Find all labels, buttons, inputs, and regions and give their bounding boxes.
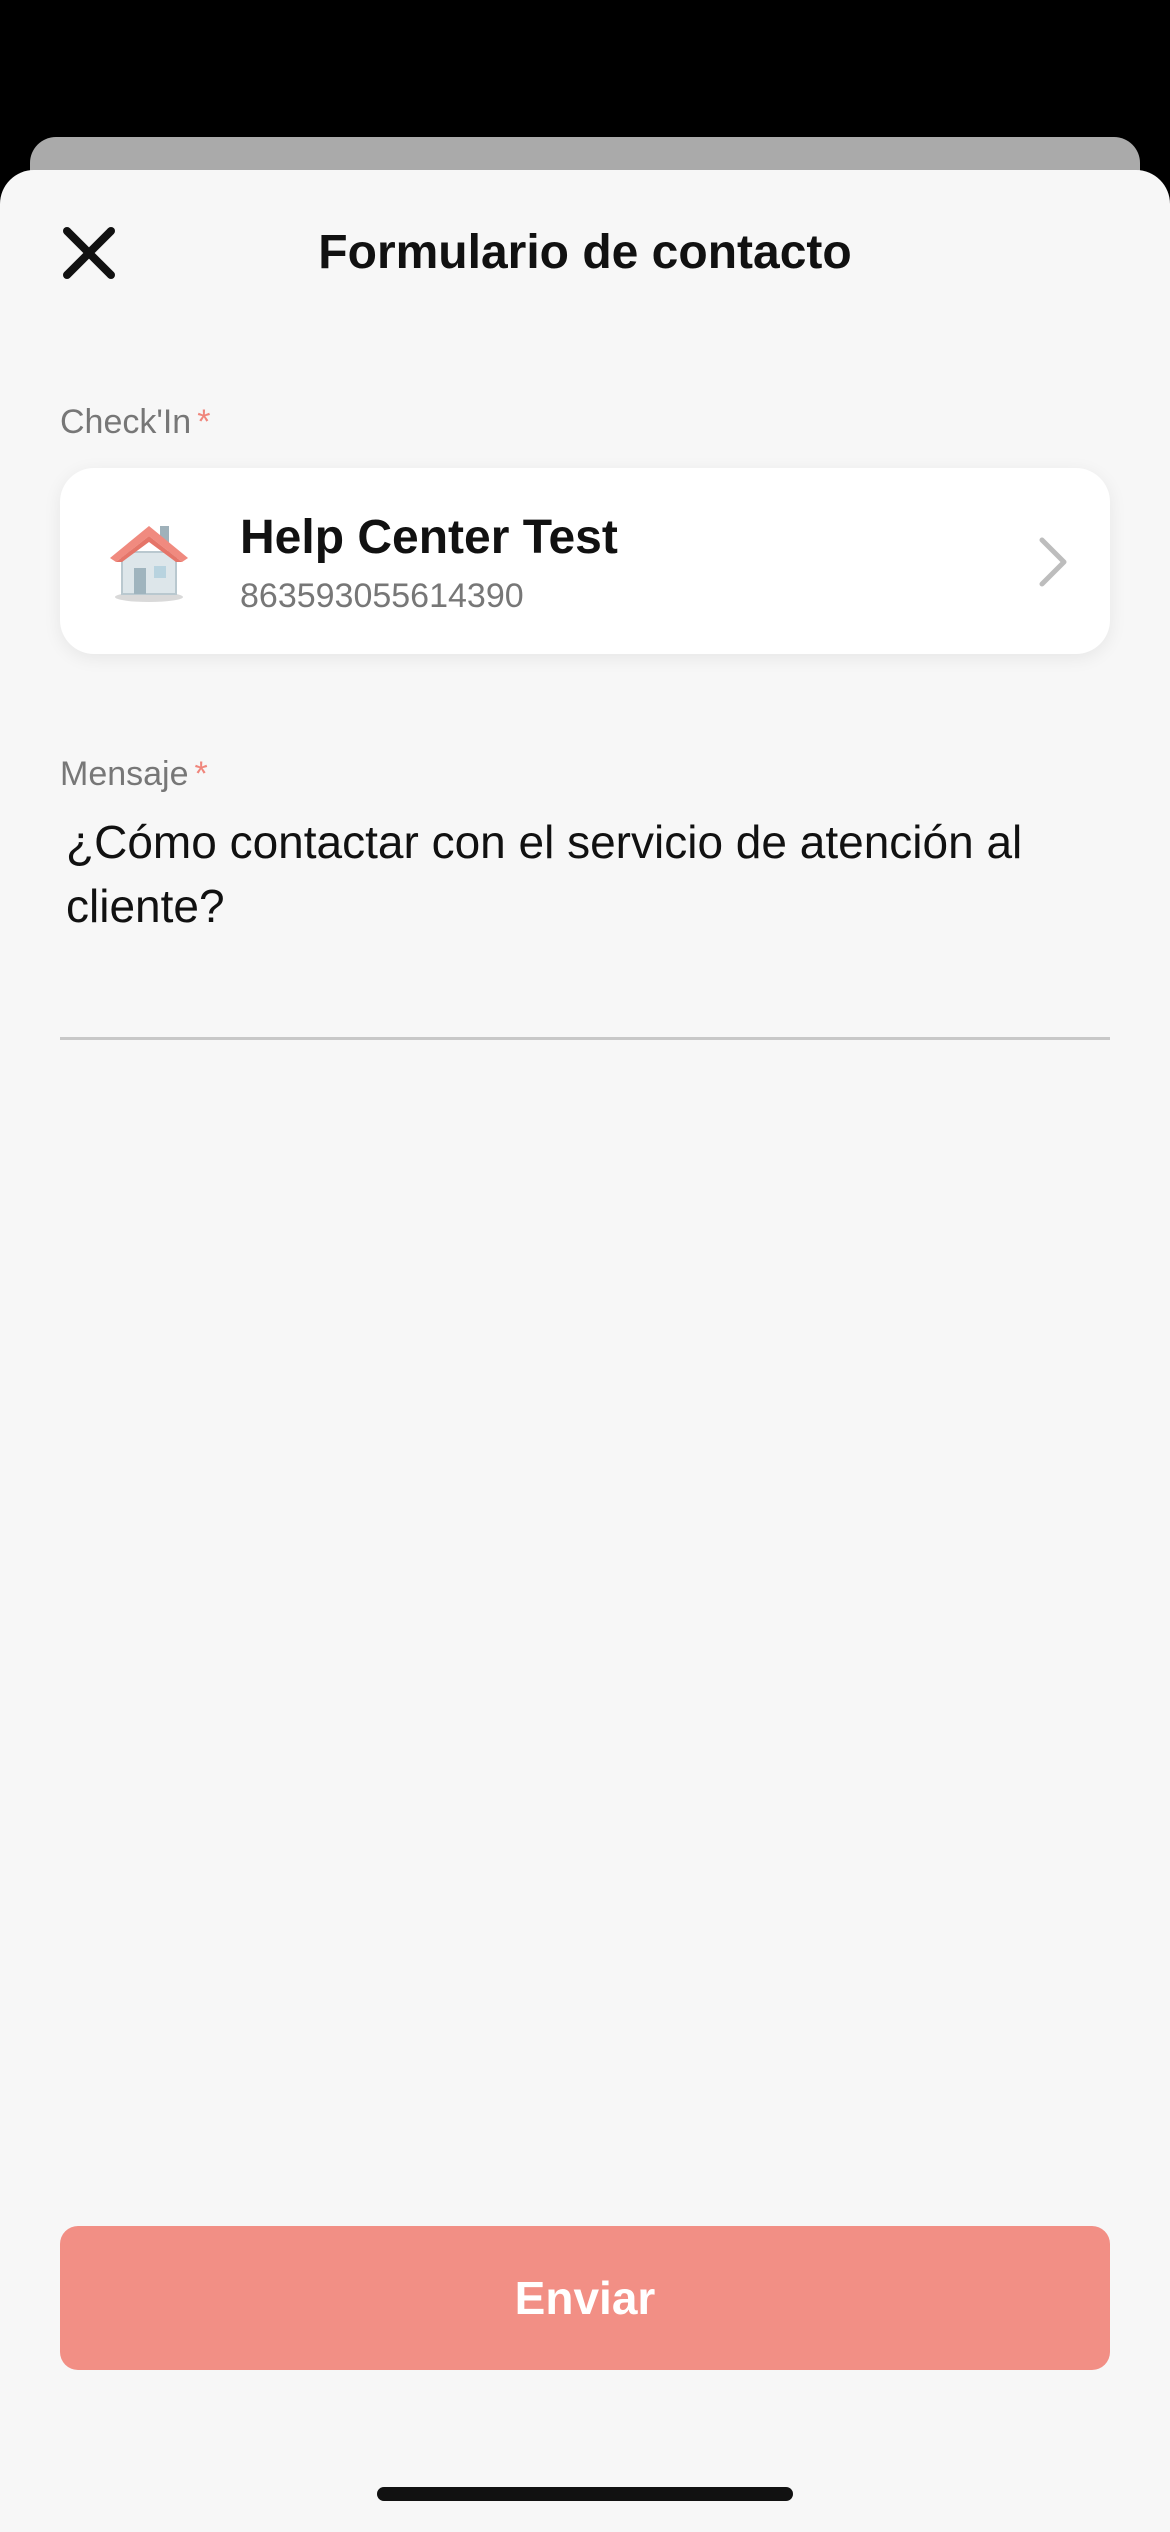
screen: Formulario de contacto Check'In * Help Ce… bbox=[0, 0, 1170, 2532]
page-title: Formulario de contacto bbox=[318, 226, 852, 279]
submit-button[interactable]: Enviar bbox=[60, 2226, 1110, 2370]
checkin-label-text: Check'In bbox=[60, 403, 192, 441]
message-label-text: Mensaje bbox=[60, 755, 189, 793]
message-input[interactable]: ¿Cómo contactar con el servicio de atenc… bbox=[60, 810, 1110, 1040]
house-icon bbox=[110, 526, 188, 602]
required-mark: * bbox=[194, 755, 208, 793]
checkin-selector[interactable]: Help Center Test 863593055614390 bbox=[60, 468, 1110, 654]
message-label: Mensaje * bbox=[60, 752, 208, 796]
home-indicator bbox=[377, 2487, 793, 2501]
checkin-property-name: Help Center Test bbox=[240, 511, 618, 564]
chevron-right-icon bbox=[1039, 537, 1067, 587]
required-mark: * bbox=[197, 403, 211, 441]
checkin-label: Check'In * bbox=[60, 400, 210, 444]
checkin-property-id: 863593055614390 bbox=[240, 577, 524, 615]
